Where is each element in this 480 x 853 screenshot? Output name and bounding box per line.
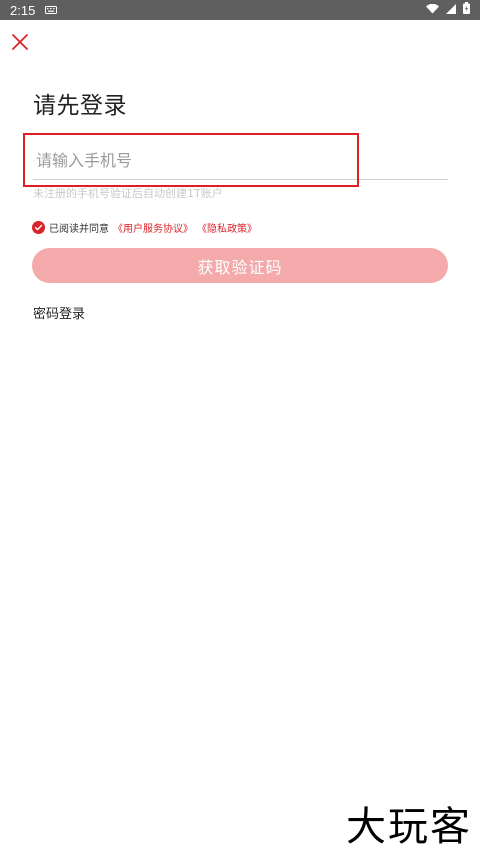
phone-hint: 未注册的手机号验证后自动创建1T账户 <box>33 187 223 200</box>
agreement-checkbox[interactable] <box>32 221 45 234</box>
status-left: 2:15 <box>10 2 58 18</box>
password-login-link[interactable]: 密码登录 <box>33 303 85 322</box>
phone-input[interactable] <box>36 146 426 174</box>
status-bar: 2:15 <box>0 0 480 20</box>
page-title: 请先登录 <box>33 93 127 119</box>
battery-icon <box>463 2 470 18</box>
agreement-prefix: 已阅读并同意 <box>49 224 109 235</box>
keyboard-icon <box>45 3 58 18</box>
status-time: 2:15 <box>10 2 36 18</box>
check-icon <box>34 224 43 231</box>
status-right <box>426 2 470 18</box>
user-agreement-link[interactable]: 《用户服务协议》 <box>113 220 193 235</box>
wifi-icon <box>426 3 439 18</box>
privacy-policy-link[interactable]: 《隐私政策》 <box>197 220 257 235</box>
close-button[interactable] <box>9 33 31 55</box>
watermark-logo: 大玩客 <box>346 804 472 850</box>
agreement-row: 已阅读并同意 《用户服务协议》 《隐私政策》 <box>32 220 257 235</box>
get-code-button[interactable]: 获取验证码 <box>32 248 448 283</box>
phone-field-container <box>33 140 448 180</box>
close-icon <box>11 33 29 55</box>
signal-icon <box>446 3 456 18</box>
